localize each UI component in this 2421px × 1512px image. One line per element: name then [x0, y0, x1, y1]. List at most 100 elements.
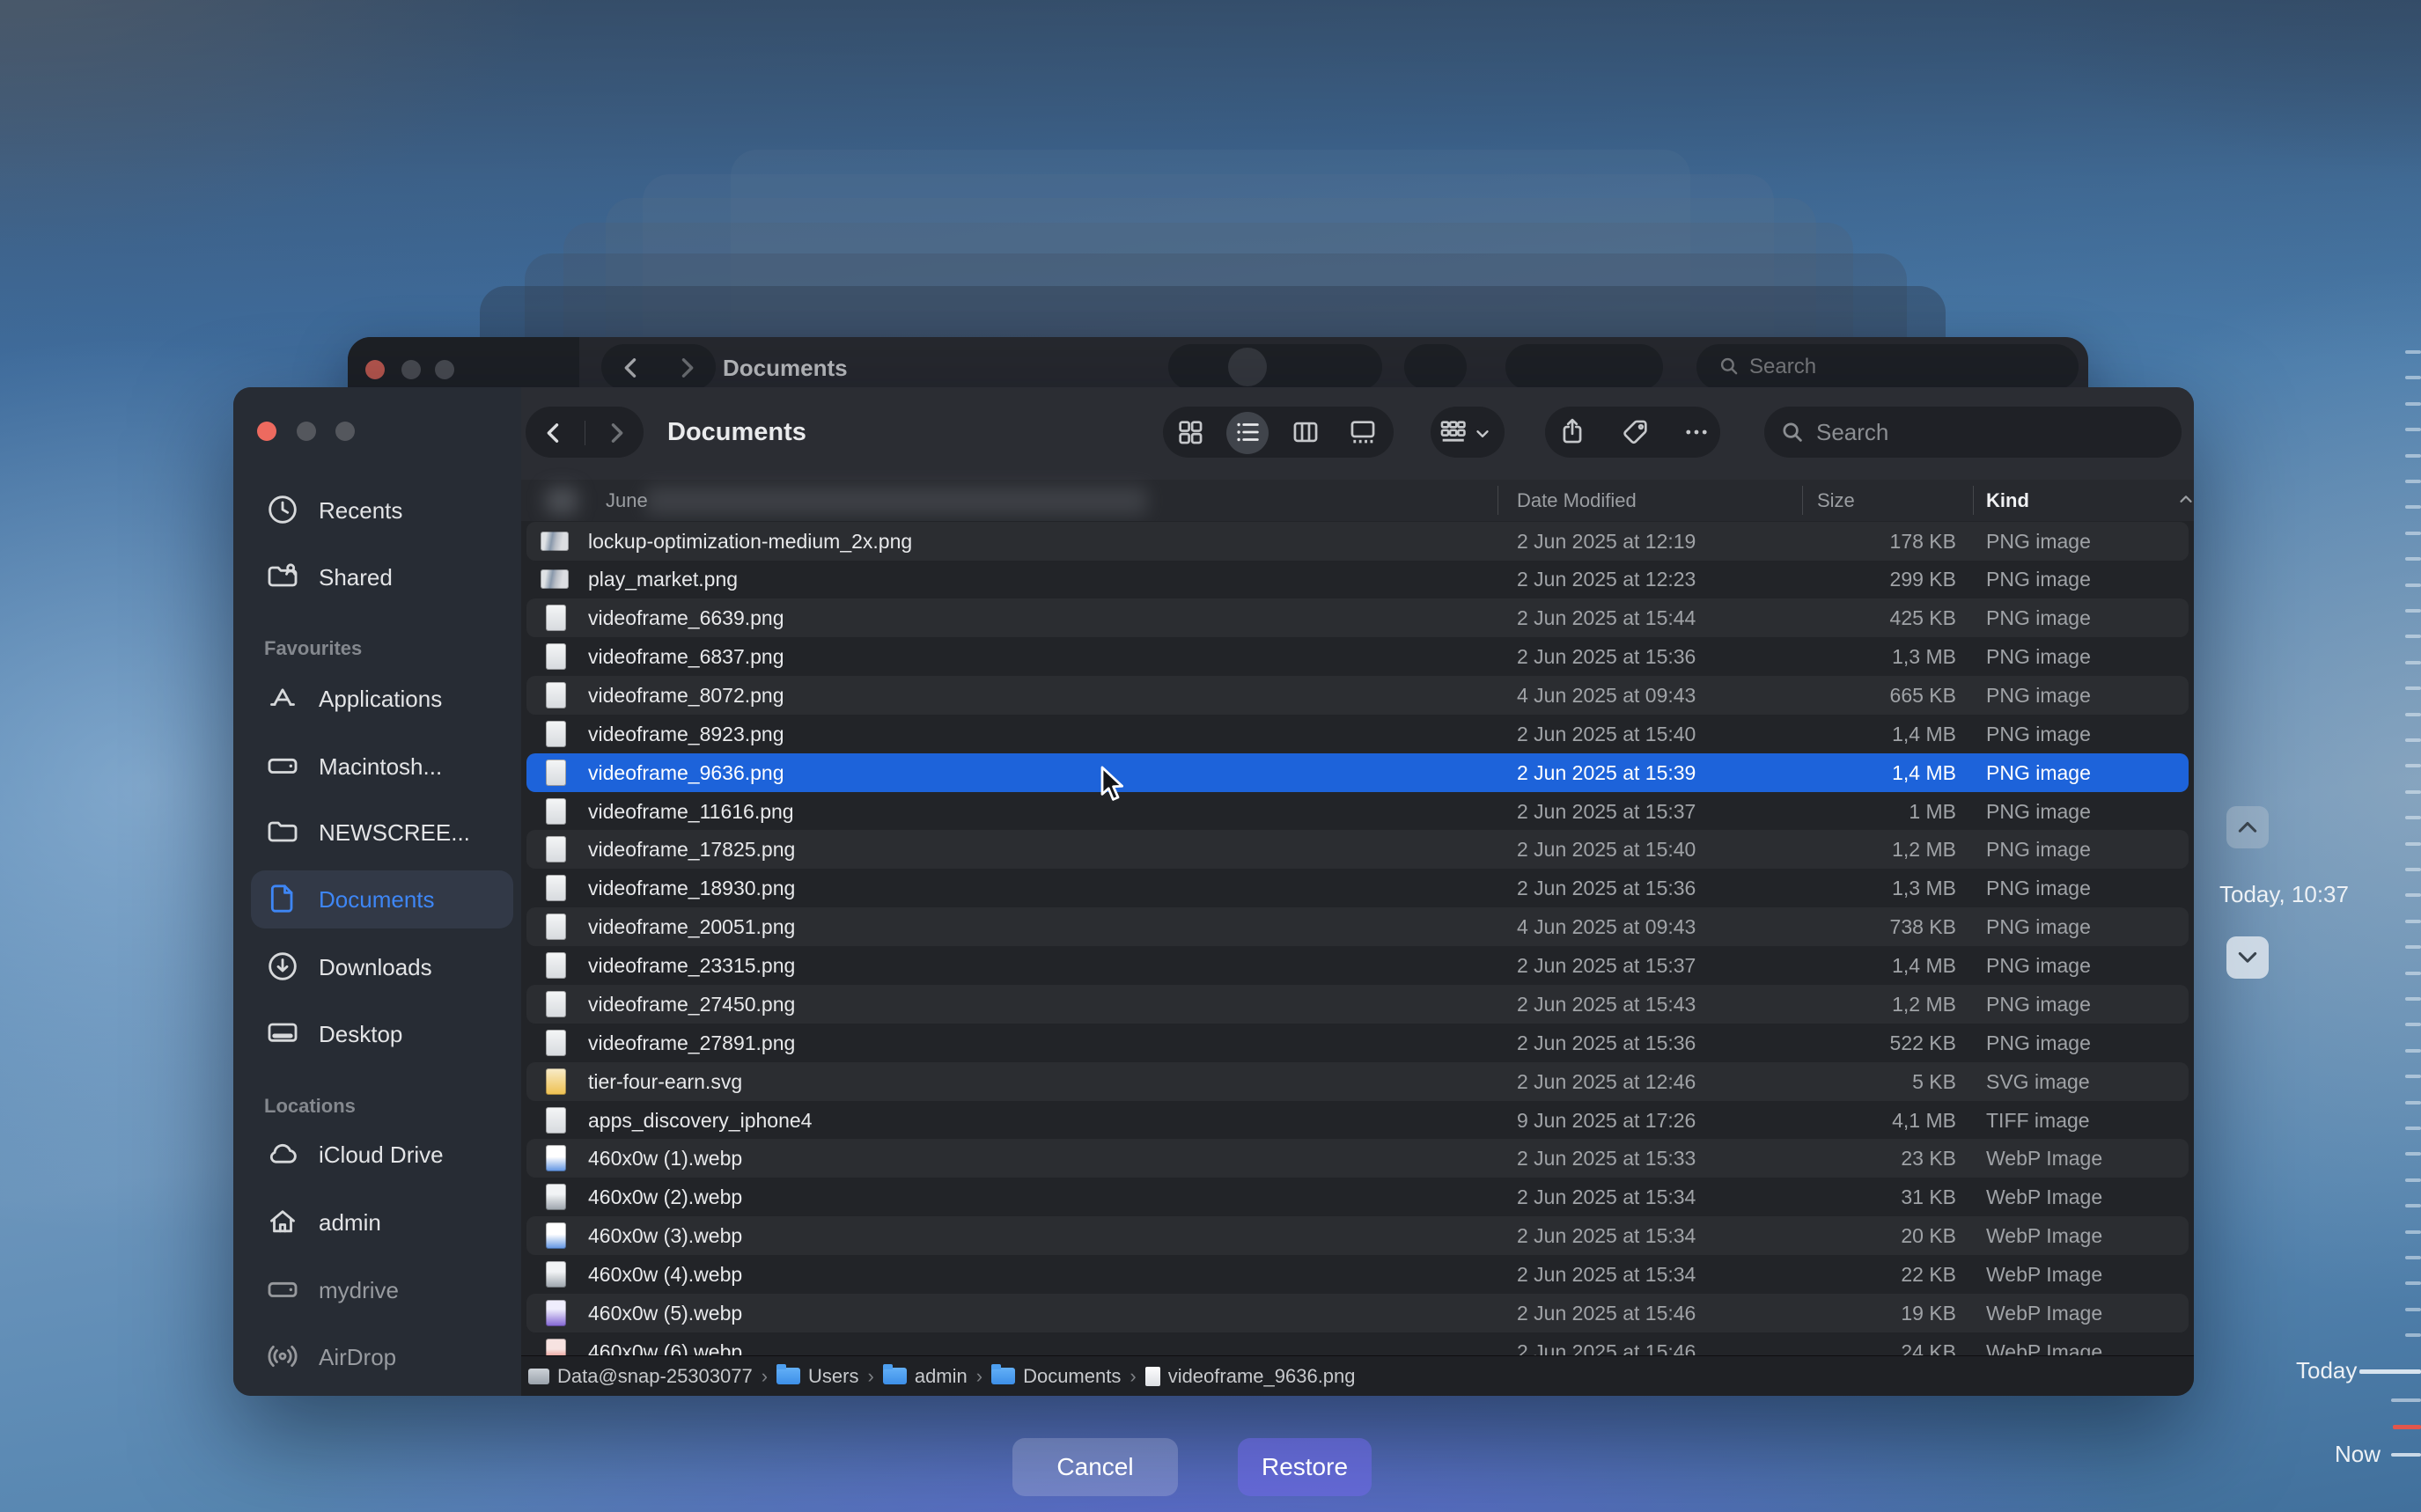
sidebar-item-applications[interactable]: Applications — [233, 671, 521, 727]
path-segment[interactable]: admin — [883, 1365, 968, 1388]
view-grid-icon[interactable] — [1175, 417, 1205, 447]
close-button[interactable] — [257, 422, 276, 441]
file-row[interactable]: 460x0w (5).webp2 Jun 2025 at 15:4619 KBW… — [526, 1294, 2189, 1332]
timeline-tick[interactable] — [2405, 480, 2421, 483]
timeline-tick[interactable] — [2405, 1281, 2421, 1285]
timeline-tick[interactable] — [2405, 402, 2421, 406]
file-row[interactable]: 460x0w (1).webp2 Jun 2025 at 15:3323 KBW… — [526, 1139, 2189, 1178]
sidebar-item-newscree-[interactable]: NEWSCREE... — [233, 804, 521, 861]
column-size[interactable]: Size — [1817, 480, 1855, 521]
file-row[interactable]: 460x0w (3).webp2 Jun 2025 at 15:3420 KBW… — [526, 1216, 2189, 1255]
sidebar-item-icloud-drive[interactable]: iCloud Drive — [233, 1127, 521, 1183]
view-list-icon[interactable] — [1233, 417, 1262, 447]
file-row[interactable]: videoframe_18930.png2 Jun 2025 at 15:361… — [526, 869, 2189, 907]
column-date-modified[interactable]: Date Modified — [1517, 480, 1637, 521]
timeline-tick[interactable] — [2405, 505, 2421, 509]
file-row[interactable]: 460x0w (2).webp2 Jun 2025 at 15:3431 KBW… — [526, 1178, 2189, 1216]
back-forward-icon[interactable] — [672, 353, 702, 383]
timeline-tick[interactable] — [2405, 1178, 2421, 1182]
file-row[interactable]: 460x0w (4).webp2 Jun 2025 at 15:3422 KBW… — [526, 1255, 2189, 1294]
timeline-tick[interactable] — [2405, 1075, 2421, 1078]
timeline-tick[interactable] — [2405, 945, 2421, 949]
file-row-selected[interactable]: videoframe_9636.png2 Jun 2025 at 15:391,… — [526, 753, 2189, 792]
file-row[interactable]: videoframe_6639.png2 Jun 2025 at 15:4442… — [526, 598, 2189, 637]
file-row[interactable]: videoframe_17825.png2 Jun 2025 at 15:401… — [526, 830, 2189, 869]
timeline-tick[interactable] — [2405, 738, 2421, 742]
timeline-tick[interactable] — [2405, 713, 2421, 716]
timeline-tick[interactable] — [2405, 428, 2421, 431]
cancel-button[interactable]: Cancel — [1012, 1438, 1178, 1496]
column-kind[interactable]: Kind — [1986, 480, 2029, 521]
timeline-tick[interactable] — [2405, 868, 2421, 871]
file-row[interactable]: videoframe_27450.png2 Jun 2025 at 15:431… — [526, 985, 2189, 1024]
view-columns-icon[interactable] — [1291, 417, 1321, 447]
back-close-button[interactable] — [365, 360, 385, 379]
timeline-tick[interactable] — [2405, 1256, 2421, 1259]
timeline-tick[interactable] — [2405, 609, 2421, 613]
tag-icon[interactable] — [1621, 417, 1651, 447]
timeline-tick[interactable] — [2405, 661, 2421, 664]
sidebar-item-downloads[interactable]: Downloads — [233, 939, 521, 995]
path-segment[interactable]: Data@snap-25303077 — [528, 1365, 753, 1388]
timeline-tick[interactable] — [2405, 1023, 2421, 1026]
timeline-tick[interactable] — [2405, 920, 2421, 923]
file-row[interactable]: 460x0w (6).webp2 Jun 2025 at 15:4624 KBW… — [526, 1332, 2189, 1355]
sidebar-item-admin[interactable]: admin — [233, 1194, 521, 1251]
today-tick[interactable] — [2359, 1369, 2421, 1374]
timeline-tick[interactable] — [2405, 635, 2421, 638]
file-row[interactable]: videoframe_20051.png4 Jun 2025 at 09:437… — [526, 907, 2189, 946]
sidebar-item-recents[interactable]: Recents — [233, 482, 521, 539]
timeline-tick[interactable] — [2405, 350, 2421, 354]
more-icon[interactable] — [1681, 417, 1711, 447]
current-position-tick[interactable] — [2393, 1425, 2421, 1429]
forward-icon[interactable] — [601, 418, 631, 448]
file-row[interactable]: videoframe_11616.png2 Jun 2025 at 15:371… — [526, 792, 2189, 831]
sidebar-item-documents[interactable]: Documents — [233, 871, 521, 928]
timeline-tick[interactable] — [2405, 893, 2421, 897]
group-by-icon[interactable] — [1438, 417, 1468, 447]
timeline-tick[interactable] — [2405, 1333, 2421, 1337]
file-row[interactable]: videoframe_8072.png4 Jun 2025 at 09:4366… — [526, 676, 2189, 715]
timeline-tick[interactable] — [2405, 1152, 2421, 1156]
sidebar-item-mydrive[interactable]: mydrive — [233, 1262, 521, 1318]
file-row[interactable]: videoframe_23315.png2 Jun 2025 at 15:371… — [526, 946, 2189, 985]
timeline-tick[interactable] — [2405, 816, 2421, 819]
timeline-tick[interactable] — [2405, 532, 2421, 535]
file-row[interactable]: tier-four-earn.svg2 Jun 2025 at 12:465 K… — [526, 1062, 2189, 1101]
timeline-tick[interactable] — [2405, 1101, 2421, 1105]
share-icon[interactable] — [1557, 416, 1587, 446]
sidebar-item-desktop[interactable]: Desktop — [233, 1006, 521, 1062]
path-segment[interactable]: Users — [776, 1365, 858, 1388]
back-icon[interactable] — [539, 418, 569, 448]
timeline-tick[interactable] — [2405, 1230, 2421, 1234]
file-row[interactable]: videoframe_27891.png2 Jun 2025 at 15:365… — [526, 1024, 2189, 1062]
view-gallery-icon[interactable] — [1348, 417, 1378, 447]
back-back-icon[interactable] — [616, 353, 646, 383]
file-row[interactable]: videoframe_6837.png2 Jun 2025 at 15:361,… — [526, 637, 2189, 676]
timeline-tick[interactable] — [2405, 764, 2421, 767]
timeline-tick[interactable] — [2405, 376, 2421, 379]
timeline-tick[interactable] — [2405, 1049, 2421, 1053]
timeline-tick[interactable] — [2405, 584, 2421, 587]
timeline-tick[interactable] — [2405, 454, 2421, 458]
timeline-tick[interactable] — [2405, 842, 2421, 846]
timeline-tick[interactable] — [2405, 1308, 2421, 1311]
file-row[interactable]: videoframe_8923.png2 Jun 2025 at 15:401,… — [526, 715, 2189, 753]
timeline-tick[interactable] — [2405, 1127, 2421, 1130]
sidebar-item-shared[interactable]: Shared — [233, 549, 521, 606]
file-row[interactable]: apps_discovery_iphone49 Jun 2025 at 17:2… — [526, 1101, 2189, 1140]
timeline-tick[interactable] — [2405, 557, 2421, 561]
tick[interactable] — [2391, 1398, 2421, 1402]
path-segment[interactable]: videoframe_9636.png — [1145, 1365, 1356, 1388]
timeline-tick[interactable] — [2405, 686, 2421, 690]
sort-asc-icon[interactable] — [2176, 480, 2194, 521]
timeline-down-button[interactable] — [2226, 936, 2269, 979]
path-segment[interactable]: Documents — [991, 1365, 1121, 1388]
timeline-tick[interactable] — [2405, 1204, 2421, 1207]
file-row[interactable]: play_market.png2 Jun 2025 at 12:23299 KB… — [526, 560, 2189, 598]
timeline-tick[interactable] — [2405, 997, 2421, 1001]
sidebar-item-airdrop[interactable]: AirDrop — [233, 1329, 521, 1385]
timeline-up-button[interactable] — [2226, 806, 2269, 848]
timeline-tick[interactable] — [2405, 972, 2421, 975]
sidebar-item-macintosh-[interactable]: Macintosh... — [233, 738, 521, 795]
